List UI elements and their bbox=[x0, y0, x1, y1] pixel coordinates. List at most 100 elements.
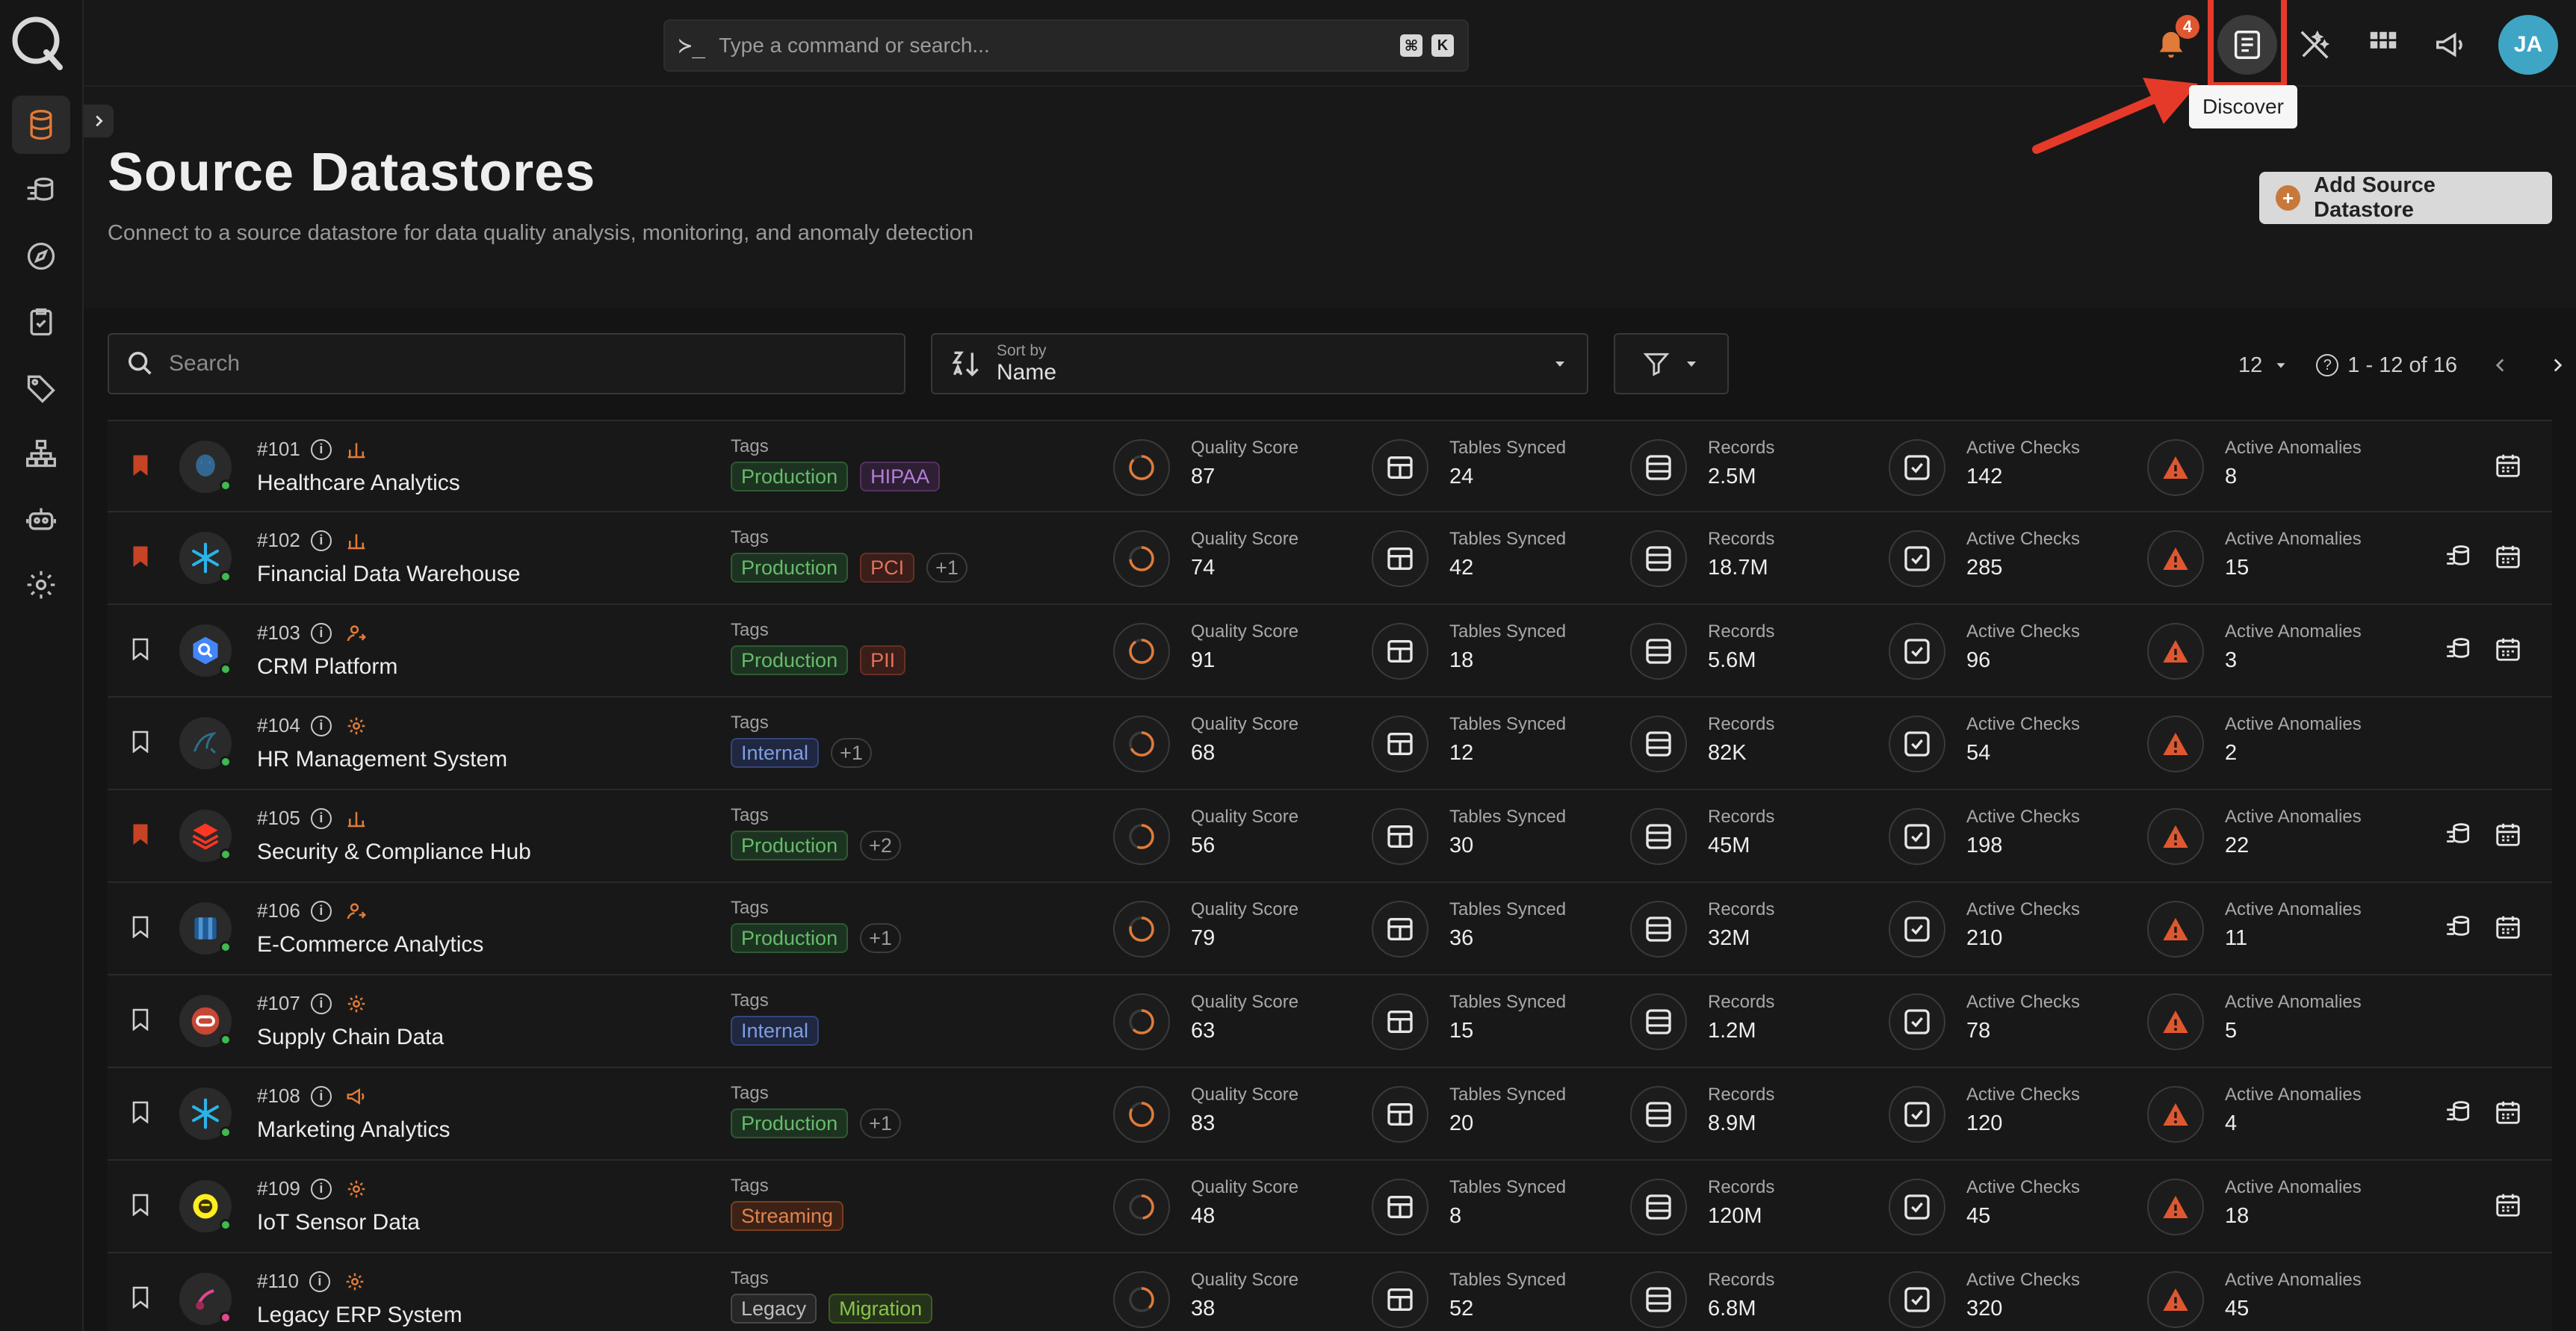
bookmark-icon[interactable] bbox=[131, 916, 149, 938]
info-icon[interactable]: i bbox=[310, 715, 332, 736]
qualytics-logo[interactable] bbox=[10, 13, 64, 70]
bookmark-icon[interactable] bbox=[131, 1194, 149, 1216]
tag-chip[interactable]: Production bbox=[731, 645, 849, 675]
datastore-row[interactable]: #107 i Supply Chain Data Tags Internal Q… bbox=[108, 975, 2552, 1068]
add-source-datastore-button[interactable]: + Add Source Datastore bbox=[2259, 172, 2552, 224]
datastore-name[interactable]: Financial Data Warehouse bbox=[257, 562, 520, 587]
command-search[interactable]: ≻_ Type a command or search... ⌘ K bbox=[663, 19, 1469, 72]
datastore-row[interactable]: #103 i CRM Platform Tags Production PII Q… bbox=[108, 605, 2552, 698]
enrichment-icon[interactable] bbox=[2445, 913, 2473, 941]
datastore-name[interactable]: Supply Chain Data bbox=[257, 1025, 444, 1050]
datastore-name[interactable]: HR Management System bbox=[257, 747, 507, 772]
bookmark-icon[interactable] bbox=[131, 823, 149, 846]
calendar-icon[interactable] bbox=[2494, 820, 2522, 848]
datastore-name[interactable]: Healthcare Analytics bbox=[257, 471, 460, 496]
datastore-row[interactable]: #110 i Legacy ERP System Tags Legacy Migr… bbox=[108, 1253, 2552, 1331]
enrichment-icon[interactable] bbox=[2445, 820, 2473, 848]
page-size-select[interactable]: 12 bbox=[2238, 353, 2262, 378]
tag-chip[interactable]: PCI bbox=[860, 553, 915, 583]
info-icon[interactable]: i bbox=[310, 530, 332, 551]
bookmark-icon[interactable] bbox=[131, 730, 149, 753]
tag-chip[interactable]: Streaming bbox=[731, 1201, 844, 1231]
calendar-icon[interactable] bbox=[2494, 1098, 2522, 1126]
bookmark-icon[interactable] bbox=[131, 545, 149, 568]
datastore-row[interactable]: #104 i HR Management System Tags Interna… bbox=[108, 698, 2552, 790]
enrichment-icon[interactable] bbox=[2445, 635, 2473, 663]
sidebar-item-enrichment[interactable] bbox=[12, 161, 70, 220]
tag-chip[interactable]: Legacy bbox=[731, 1294, 817, 1324]
calendar-icon[interactable] bbox=[2494, 1191, 2522, 1219]
enrichment-icon[interactable] bbox=[2445, 1098, 2473, 1126]
sidebar-item-explore[interactable] bbox=[12, 227, 70, 285]
bookmark-icon[interactable] bbox=[131, 1286, 149, 1309]
info-icon[interactable]: i bbox=[310, 900, 332, 922]
datastore-name[interactable]: E-Commerce Analytics bbox=[257, 932, 483, 958]
databricks-icon bbox=[192, 823, 219, 850]
help-icon[interactable]: ? bbox=[2316, 354, 2339, 376]
tag-chip[interactable]: Internal bbox=[731, 1016, 820, 1046]
info-icon[interactable]: i bbox=[309, 1270, 330, 1292]
calendar-icon[interactable] bbox=[2494, 451, 2522, 480]
datastore-row[interactable]: #106 i E-Commerce Analytics Tags Product… bbox=[108, 883, 2552, 975]
calendar-icon[interactable] bbox=[2494, 542, 2522, 571]
bookmark-icon[interactable] bbox=[131, 454, 149, 477]
more-tags-chip[interactable]: +1 bbox=[926, 553, 967, 583]
tag-chip[interactable]: Production bbox=[731, 553, 849, 583]
caret-down-icon[interactable] bbox=[2273, 357, 2289, 373]
quality-ring-icon bbox=[1113, 993, 1170, 1050]
calendar-icon[interactable] bbox=[2494, 913, 2522, 941]
apps-button[interactable] bbox=[2353, 15, 2413, 75]
announcements-button[interactable] bbox=[2421, 15, 2480, 75]
sidebar-item-agents[interactable] bbox=[12, 490, 70, 548]
datastore-name[interactable]: IoT Sensor Data bbox=[257, 1210, 420, 1235]
enrichment-icon[interactable] bbox=[2445, 542, 2473, 571]
sidebar-item-library[interactable] bbox=[12, 293, 70, 351]
info-icon[interactable]: i bbox=[310, 993, 332, 1014]
info-icon[interactable]: i bbox=[310, 1178, 332, 1200]
more-tags-chip[interactable]: +1 bbox=[860, 923, 901, 953]
info-icon[interactable]: i bbox=[310, 438, 332, 460]
info-icon[interactable]: i bbox=[310, 1085, 332, 1107]
info-icon[interactable]: i bbox=[310, 807, 332, 829]
tag-chip[interactable]: Production bbox=[731, 462, 849, 491]
more-tags-chip[interactable]: +1 bbox=[860, 1108, 901, 1138]
sort-label: Sort by bbox=[997, 342, 1047, 359]
user-avatar[interactable]: JA bbox=[2498, 15, 2558, 75]
tag-chip[interactable]: Migration bbox=[829, 1294, 933, 1324]
tag-chip[interactable]: PII bbox=[860, 645, 906, 675]
search-box[interactable] bbox=[108, 333, 905, 394]
more-tags-chip[interactable]: +1 bbox=[831, 738, 872, 768]
datastore-name[interactable]: Legacy ERP System bbox=[257, 1303, 462, 1328]
datastore-name[interactable]: Marketing Analytics bbox=[257, 1117, 450, 1143]
tag-chip[interactable]: Production bbox=[731, 1108, 849, 1138]
tag-chip[interactable]: Production bbox=[731, 831, 849, 860]
bookmark-icon[interactable] bbox=[131, 638, 149, 660]
info-icon[interactable]: i bbox=[310, 622, 332, 644]
tag-chip[interactable]: Production bbox=[731, 923, 849, 953]
prev-page-button[interactable] bbox=[2486, 350, 2515, 380]
tag-chip[interactable]: HIPAA bbox=[860, 462, 941, 491]
bookmark-icon[interactable] bbox=[131, 1101, 149, 1123]
sort-select[interactable]: Sort by Name bbox=[931, 333, 1588, 394]
datastore-row[interactable]: #108 i Marketing Analytics Tags Producti… bbox=[108, 1068, 2552, 1161]
more-tags-chip[interactable]: +2 bbox=[860, 831, 901, 860]
bookmark-icon[interactable] bbox=[131, 1008, 149, 1031]
filter-button[interactable] bbox=[1614, 333, 1729, 394]
sidebar-item-tags[interactable] bbox=[12, 359, 70, 417]
datastore-name[interactable]: CRM Platform bbox=[257, 654, 397, 680]
sidebar-item-datastores[interactable] bbox=[12, 96, 70, 154]
datastore-row[interactable]: #101 i Healthcare Analytics Tags Product… bbox=[108, 420, 2552, 512]
datastore-row[interactable]: #109 i IoT Sensor Data Tags Streaming Qu… bbox=[108, 1161, 2552, 1253]
sidebar-expand-toggle[interactable] bbox=[84, 105, 114, 137]
calendar-icon[interactable] bbox=[2494, 635, 2522, 663]
datastore-name[interactable]: Security & Compliance Hub bbox=[257, 840, 531, 865]
sidebar-item-flows[interactable] bbox=[12, 424, 70, 483]
search-input[interactable] bbox=[169, 351, 888, 376]
next-page-button[interactable] bbox=[2542, 350, 2572, 380]
datastore-row[interactable]: #105 i Security & Compliance Hub Tags Pr… bbox=[108, 790, 2552, 883]
tag-chip[interactable]: Internal bbox=[731, 738, 820, 768]
sidebar-item-settings[interactable] bbox=[12, 556, 70, 614]
magic-wand-button[interactable] bbox=[2285, 15, 2344, 75]
datastore-row[interactable]: #102 i Financial Data Warehouse Tags Pro… bbox=[108, 512, 2552, 605]
notifications-button[interactable]: 4 bbox=[2141, 15, 2201, 75]
